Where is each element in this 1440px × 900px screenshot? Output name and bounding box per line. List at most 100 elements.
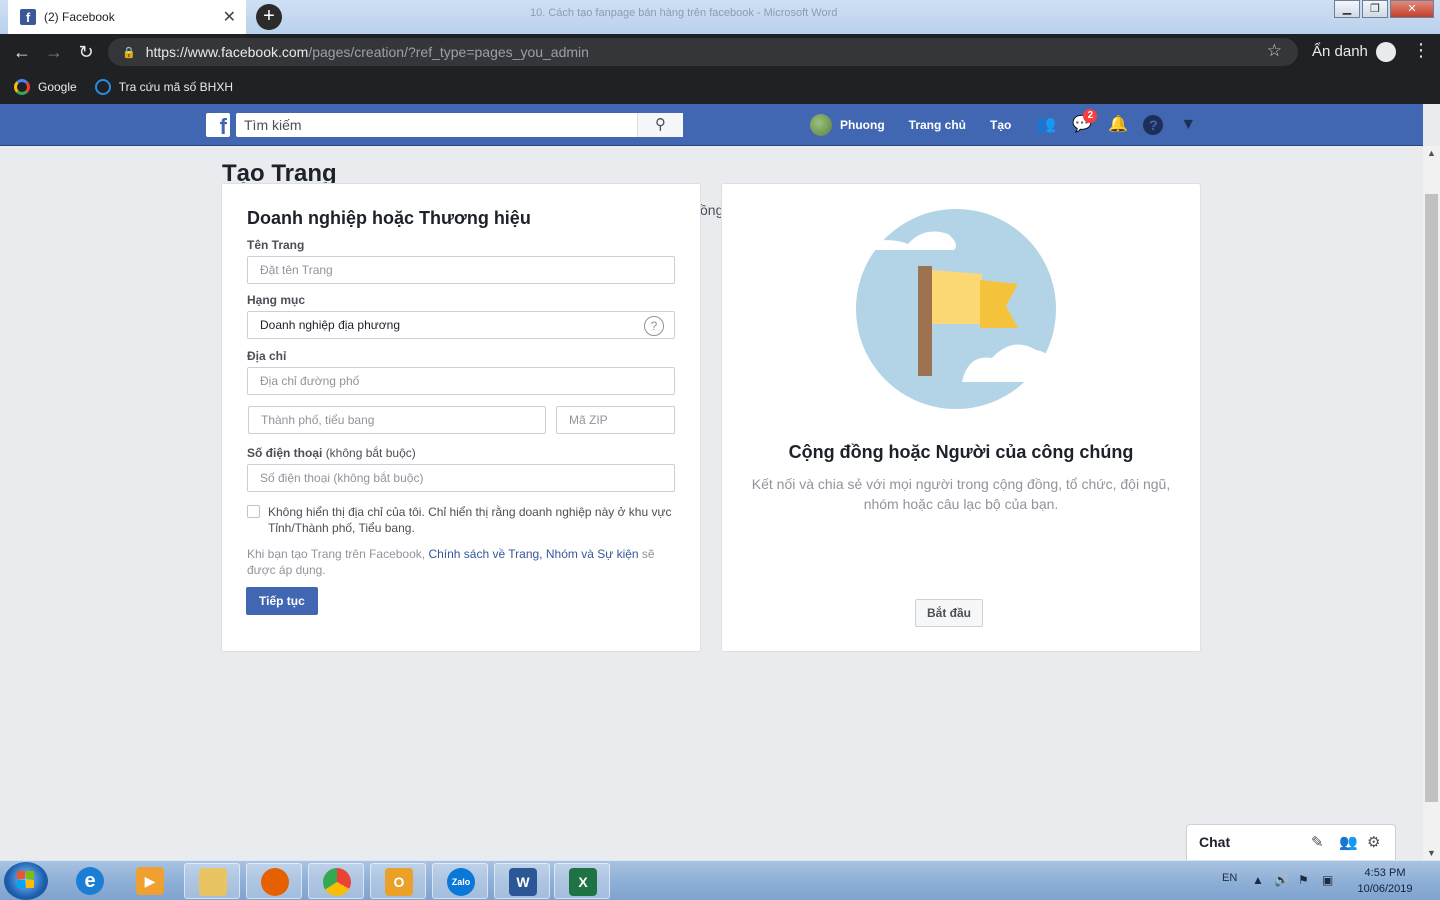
taskbar-firefox[interactable] — [246, 863, 302, 899]
close-window-button[interactable]: ✕ — [1390, 0, 1434, 18]
taskbar-word[interactable]: W — [494, 863, 550, 899]
page-scrollbar[interactable]: ▲ ▼ — [1423, 146, 1440, 860]
messenger-icon[interactable]: 💬 2 — [1071, 109, 1098, 136]
facebook-nav: Phuong Trang chủ Tạo 👥 💬 2 🔔 ? ▼ — [810, 109, 1213, 136]
firefox-icon — [261, 868, 289, 896]
browser-menu-icon[interactable]: ⋮ — [1412, 40, 1430, 61]
zalo-icon: Zalo — [447, 868, 475, 896]
outlook-icon: O — [385, 868, 413, 896]
taskbar-media-player[interactable]: ▶ — [122, 863, 178, 899]
address-bar-row: ← → ↻ 🔒 https://www.facebook.com/pages/c… — [0, 34, 1440, 70]
bookmark-google[interactable]: Google — [14, 79, 77, 95]
address-label: Địa chỉ — [247, 349, 287, 363]
taskbar-outlook[interactable]: O — [370, 863, 426, 899]
start-button[interactable]: Bắt đầu — [915, 599, 984, 627]
tab-title: (2) Facebook — [44, 10, 115, 24]
category-value: Doanh nghiệp địa phương — [260, 318, 401, 332]
city-input[interactable] — [248, 406, 546, 434]
hide-address-checkbox[interactable] — [247, 505, 260, 518]
new-tab-button[interactable]: + — [256, 4, 282, 30]
back-arrow-icon[interactable]: ← — [6, 42, 38, 63]
scroll-down-icon[interactable]: ▼ — [1427, 848, 1436, 858]
create-link[interactable]: Tạo — [990, 118, 1011, 132]
continue-button[interactable]: Tiếp tục — [246, 587, 318, 615]
forward-arrow-icon[interactable]: → — [38, 42, 70, 63]
phone-label-text: Số điện thoại — [247, 446, 323, 460]
background-window-title: 10. Cách tạo fanpage bán hàng trên faceb… — [530, 7, 838, 19]
category-label: Hạng mục — [247, 293, 306, 307]
zip-input[interactable] — [556, 406, 675, 434]
taskbar-excel[interactable]: X — [554, 863, 610, 899]
home-link[interactable]: Trang chủ — [909, 118, 966, 132]
friend-requests-icon[interactable]: 👥 — [1035, 114, 1057, 136]
hidden-text-fragment: ồng — [700, 202, 724, 218]
page-name-label: Tên Trang — [247, 238, 305, 252]
chat-settings-gear-icon[interactable]: ⚙ — [1367, 833, 1380, 851]
language-indicator[interactable]: EN — [1222, 872, 1237, 884]
phone-label: Số điện thoại (không bắt buộc) — [247, 446, 416, 460]
phone-optional-text: (không bắt buộc) — [325, 446, 416, 460]
profile-link[interactable]: Phuong — [840, 118, 885, 132]
show-hidden-icons-icon[interactable]: ▲ — [1252, 873, 1264, 887]
policy-prefix: Khi bạn tạo Trang trên Facebook, — [247, 547, 429, 561]
browser-tab-strip: f (2) Facebook ✕ + 10. Cách tạo fanpage … — [0, 0, 1440, 34]
search-icon[interactable]: ⚲ — [637, 113, 683, 137]
bookmark-label: Tra cứu mã số BHXH — [118, 80, 233, 94]
maximize-button[interactable]: ❐ — [1362, 0, 1388, 18]
windows-logo-icon — [17, 871, 35, 889]
page-name-input[interactable] — [247, 256, 675, 284]
minimize-button[interactable]: ▁ — [1334, 0, 1360, 18]
help-icon[interactable]: ? — [1143, 115, 1164, 135]
search-box: ⚲ — [236, 113, 683, 137]
browser-tab[interactable]: f (2) Facebook ✕ — [8, 0, 246, 34]
media-player-icon: ▶ — [136, 867, 164, 895]
bookmark-star-icon[interactable]: ☆ — [1267, 41, 1282, 61]
bookmark-bhxh[interactable]: Tra cứu mã số BHXH — [94, 79, 233, 95]
incognito-icon[interactable] — [1376, 42, 1396, 62]
taskbar-chrome[interactable] — [308, 863, 364, 899]
tab-close-icon[interactable]: ✕ — [223, 7, 236, 27]
business-brand-card: Doanh nghiệp hoặc Thương hiệu Tên Trang … — [221, 183, 701, 652]
community-public-figure-card: Cộng đồng hoặc Người của công chúng Kết … — [721, 183, 1201, 652]
facebook-top-bar: f ⚲ Phuong Trang chủ Tạo 👥 💬2 🔔 ? ▼ — [0, 104, 1423, 146]
category-input[interactable]: Doanh nghiệp địa phương ? — [247, 311, 675, 339]
start-button[interactable] — [4, 862, 48, 900]
omnibox[interactable]: 🔒 https://www.facebook.com/pages/creatio… — [108, 38, 1298, 66]
scroll-thumb[interactable] — [1425, 194, 1438, 802]
compose-icon[interactable]: ✎ — [1311, 833, 1324, 851]
internet-explorer-icon: e — [76, 867, 104, 895]
chat-bar[interactable]: Chat ✎ 👥 ⚙ — [1186, 824, 1396, 860]
taskbar-internet-explorer[interactable]: e — [62, 863, 118, 899]
hide-address-text: Không hiển thị địa chỉ của tôi. Chỉ hiển… — [268, 505, 672, 535]
community-card-heading: Cộng đồng hoặc Người của công chúng — [788, 442, 1134, 462]
taskbar-file-explorer[interactable] — [184, 863, 240, 899]
group-chat-icon[interactable]: 👥 — [1339, 833, 1358, 851]
volume-icon[interactable]: 🔊 — [1274, 873, 1289, 887]
search-input[interactable] — [236, 114, 636, 136]
taskbar-zalo[interactable]: Zalo — [432, 863, 488, 899]
bhxh-icon — [94, 79, 111, 95]
phone-input[interactable] — [247, 464, 675, 492]
word-icon: W — [509, 868, 537, 896]
notifications-bell-icon[interactable]: 🔔 — [1107, 114, 1129, 136]
policy-link[interactable]: Chính sách về Trang, Nhóm và Sự kiện — [428, 547, 638, 561]
clock-time: 4:53 PM — [1364, 867, 1406, 879]
scroll-up-icon[interactable]: ▲ — [1427, 148, 1436, 158]
account-dropdown-icon[interactable]: ▼ — [1177, 114, 1199, 136]
system-clock[interactable]: 4:53 PM 10/06/2019 — [1350, 865, 1420, 897]
community-card-description: Kết nối và chia sẻ với mọi người trong c… — [751, 476, 1171, 512]
avatar[interactable] — [810, 114, 832, 136]
category-help-icon[interactable]: ? — [644, 316, 664, 336]
messenger-badge: 2 — [1083, 109, 1098, 123]
page-title: Tạo Trang — [222, 160, 337, 184]
action-center-icon[interactable]: ▣ — [1322, 873, 1333, 887]
chrome-icon — [323, 868, 351, 896]
policy-notice: Khi bạn tạo Trang trên Facebook, Chính s… — [247, 546, 677, 578]
facebook-favicon-icon: f — [20, 9, 36, 25]
url-host: https://www.facebook.com — [145, 44, 309, 60]
street-address-input[interactable] — [247, 367, 675, 395]
reload-icon[interactable]: ↻ — [70, 42, 102, 63]
lock-icon: 🔒 — [122, 46, 136, 59]
facebook-logo-icon[interactable]: f — [206, 113, 230, 137]
network-icon[interactable]: ⚑ — [1298, 873, 1309, 887]
